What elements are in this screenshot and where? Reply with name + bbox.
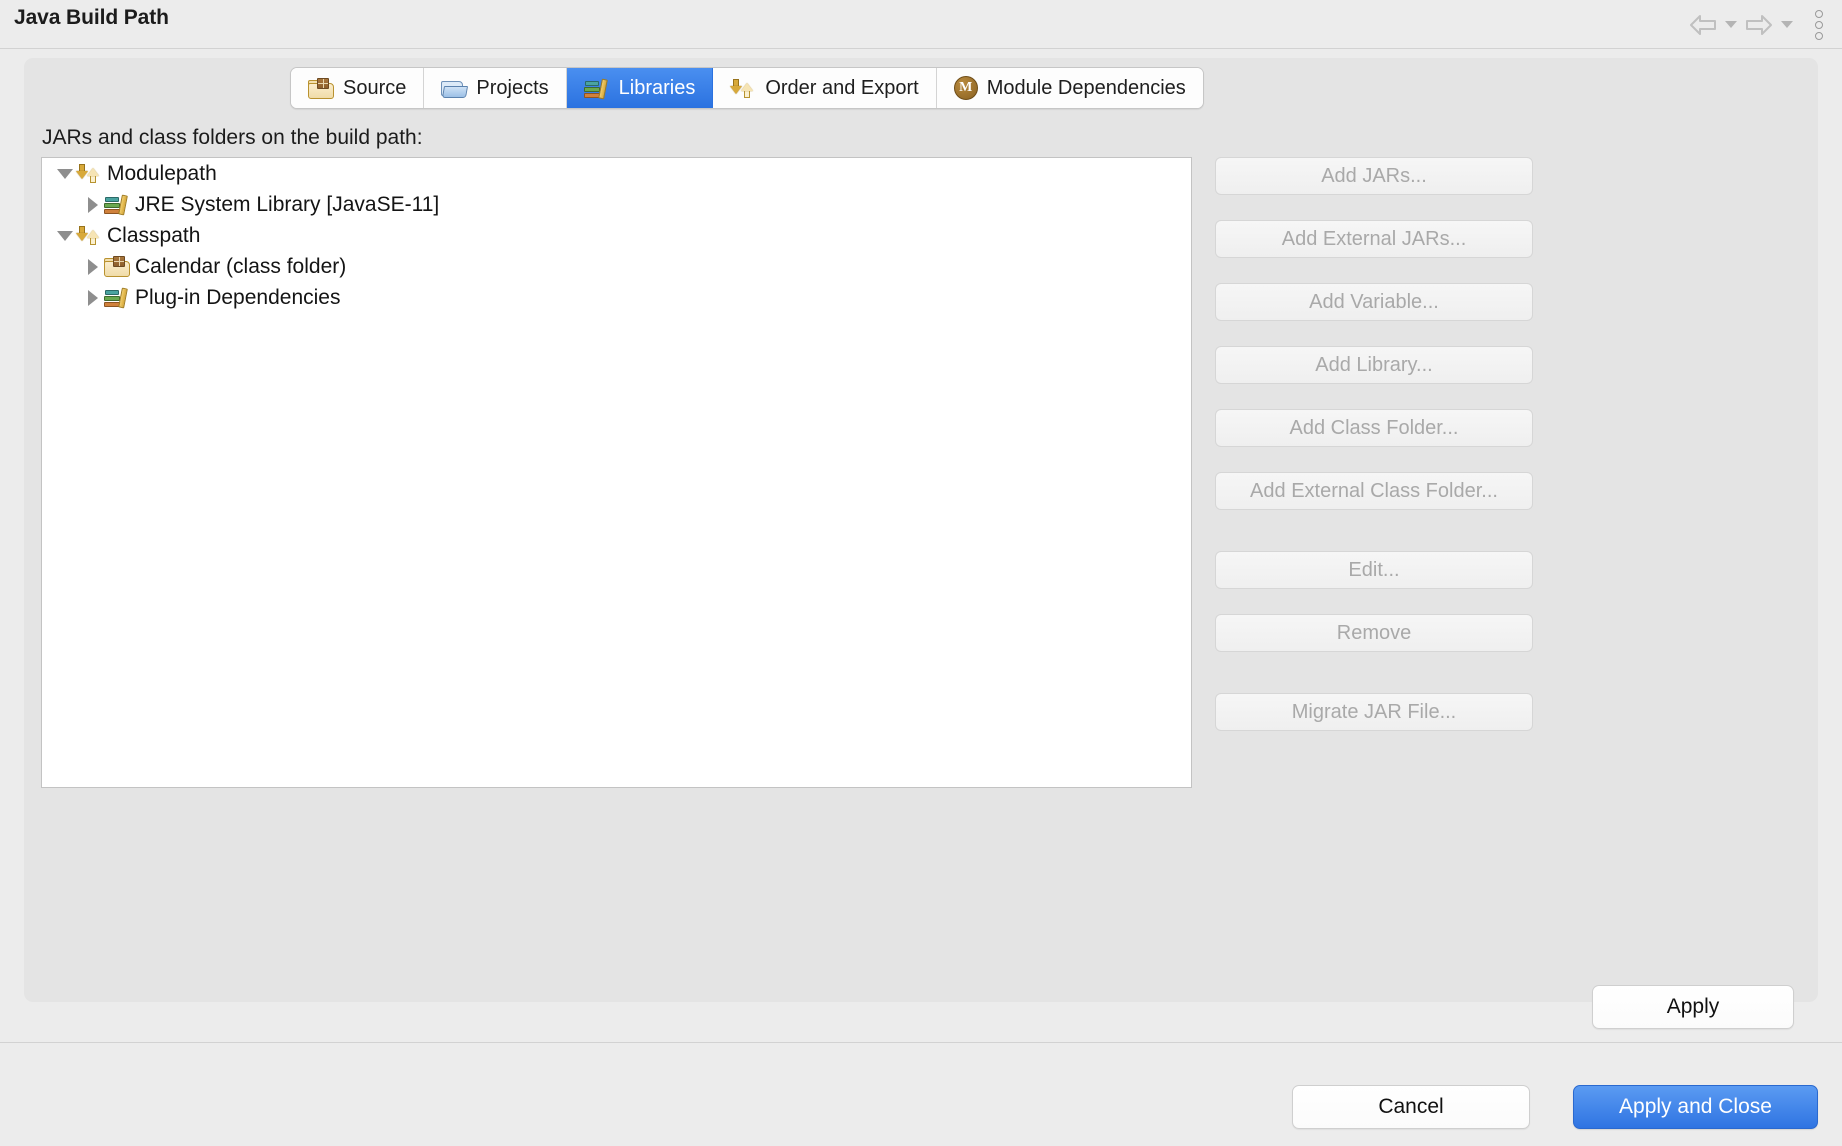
- tree-label-modulepath: Modulepath: [107, 161, 217, 185]
- apply-and-close-button[interactable]: Apply and Close: [1573, 1085, 1818, 1129]
- twisty-expanded-icon[interactable]: [54, 220, 76, 251]
- section-label: JARs and class folders on the build path…: [42, 126, 423, 149]
- add-library-button[interactable]: Add Library...: [1215, 346, 1533, 384]
- order-export-arrows-icon: [76, 225, 102, 246]
- tab-source-label: Source: [343, 76, 407, 99]
- page-title: Java Build Path: [14, 6, 169, 29]
- tab-projects-label: Projects: [476, 76, 549, 99]
- edit-button[interactable]: Edit...: [1215, 551, 1533, 589]
- module-badge-icon: M: [953, 76, 978, 100]
- migrate-jar-file-button[interactable]: Migrate JAR File...: [1215, 693, 1533, 731]
- twisty-collapsed-icon[interactable]: [82, 251, 104, 282]
- tab-libraries-label: Libraries: [618, 76, 696, 99]
- remove-button[interactable]: Remove: [1215, 614, 1533, 652]
- tab-source[interactable]: Source: [291, 68, 425, 108]
- order-export-arrows-icon: [730, 78, 756, 99]
- footer-bar: [0, 1043, 1842, 1146]
- add-jars-button[interactable]: Add JARs...: [1215, 157, 1533, 195]
- add-class-folder-button[interactable]: Add Class Folder...: [1215, 409, 1533, 447]
- tree-label-jre-system-library: JRE System Library [JavaSE-11]: [135, 192, 440, 216]
- title-bar: Java Build Path: [0, 0, 1842, 49]
- libraries-books-icon: [583, 78, 610, 99]
- java-build-path-dialog: Java Build Path Source Projects Librarie…: [0, 0, 1842, 1146]
- content-card: Source Projects Libraries Order and Expo…: [24, 58, 1818, 1002]
- tree-row-plugin-dependencies[interactable]: Plug-in Dependencies: [42, 282, 1191, 313]
- tree-row-modulepath[interactable]: Modulepath: [42, 158, 1191, 189]
- tree-label-plugin-dependencies: Plug-in Dependencies: [135, 285, 341, 309]
- back-arrow-icon[interactable]: [1686, 10, 1720, 40]
- tab-module-dependencies[interactable]: M Module Dependencies: [936, 68, 1203, 108]
- back-dropdown-chevron-down-icon[interactable]: [1722, 10, 1740, 40]
- order-export-arrows-icon: [76, 163, 102, 184]
- tab-order-and-export-label: Order and Export: [765, 76, 919, 99]
- forward-arrow-icon[interactable]: [1742, 10, 1776, 40]
- projects-folder-icon: [441, 78, 469, 99]
- libraries-books-icon: [104, 194, 130, 216]
- twisty-collapsed-icon[interactable]: [82, 282, 104, 313]
- tab-module-dependencies-label: Module Dependencies: [986, 76, 1186, 99]
- forward-dropdown-chevron-down-icon[interactable]: [1778, 10, 1796, 40]
- twisty-collapsed-icon[interactable]: [82, 189, 104, 220]
- apply-button[interactable]: Apply: [1592, 985, 1794, 1029]
- vertical-ellipsis-icon[interactable]: [1806, 5, 1832, 45]
- tree-row-classpath[interactable]: Classpath: [42, 220, 1191, 251]
- build-path-tree[interactable]: Modulepath JRE System Library [JavaSE-11…: [41, 157, 1192, 788]
- twisty-expanded-icon[interactable]: [54, 158, 76, 189]
- add-variable-button[interactable]: Add Variable...: [1215, 283, 1533, 321]
- tree-row-jre-system-library[interactable]: JRE System Library [JavaSE-11]: [42, 189, 1191, 220]
- tree-label-classpath: Classpath: [107, 223, 201, 247]
- tab-projects[interactable]: Projects: [424, 68, 567, 108]
- add-external-jars-button[interactable]: Add External JARs...: [1215, 220, 1533, 258]
- tab-order-and-export[interactable]: Order and Export: [713, 68, 937, 108]
- cancel-button[interactable]: Cancel: [1292, 1085, 1530, 1129]
- tab-bar: Source Projects Libraries Order and Expo…: [290, 67, 1204, 109]
- add-external-class-folder-button[interactable]: Add External Class Folder...: [1215, 472, 1533, 510]
- libraries-books-icon: [104, 287, 130, 309]
- tab-libraries[interactable]: Libraries: [566, 68, 714, 108]
- source-folder-icon: [308, 77, 334, 99]
- side-button-panel: Add JARs... Add External JARs... Add Var…: [1215, 157, 1533, 731]
- class-folder-icon: [104, 256, 130, 277]
- tree-label-calendar-class-folder: Calendar (class folder): [135, 254, 347, 278]
- titlebar-nav-zone: [1686, 0, 1832, 49]
- tree-row-calendar-class-folder[interactable]: Calendar (class folder): [42, 251, 1191, 282]
